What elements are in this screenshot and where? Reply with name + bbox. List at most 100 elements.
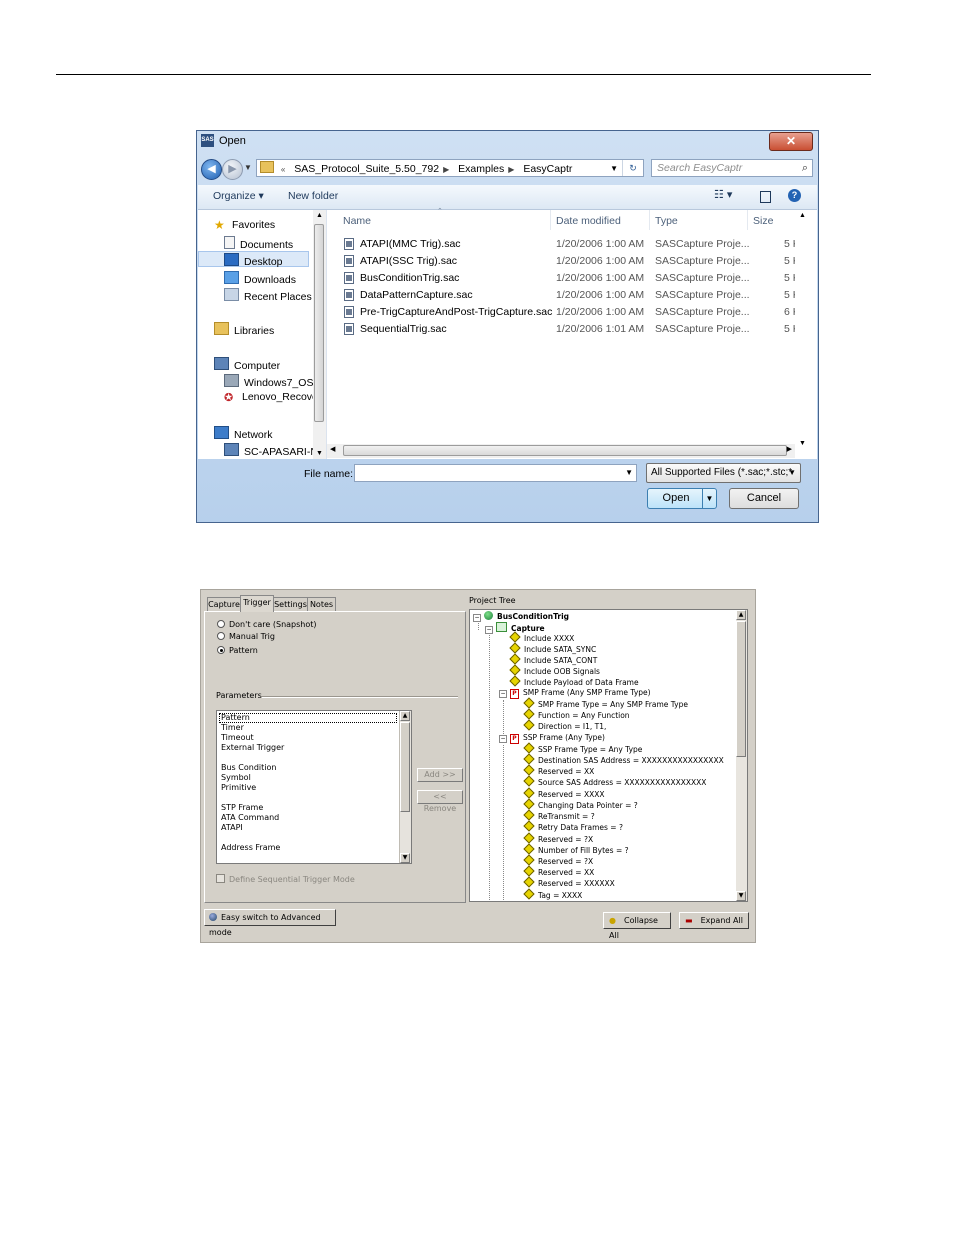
scroll-down-icon[interactable]: ▼ (400, 853, 410, 863)
column-size[interactable]: Size (753, 215, 773, 227)
tree-node[interactable]: Reserved = XXXX (523, 787, 605, 799)
column-divider[interactable] (649, 210, 650, 230)
file-row[interactable]: ATAPI(SSC Trig).sac 1/20/2006 1:00 AM SA… (327, 253, 807, 270)
tree-node[interactable]: SSP Frame Type = Any Type (523, 742, 642, 754)
nav-item-recovery-drive[interactable]: ✪ Lenovo_Recovery (224, 391, 314, 404)
tab-settings[interactable]: Settings (273, 597, 308, 611)
parameters-list[interactable]: Pattern Timer Timeout External Trigger B… (216, 710, 412, 864)
search-icon[interactable]: ⌕ (802, 160, 808, 176)
column-date[interactable]: Date modified (556, 215, 621, 227)
radio-dont-care[interactable]: Don't care (Snapshot) (217, 620, 317, 629)
breadcrumb-item[interactable]: SAS_Protocol_Suite_5.50_792 (294, 163, 439, 175)
file-list-scrollbar[interactable]: ▲ ▼ (795, 210, 817, 459)
refresh-icon[interactable]: ↻ (622, 160, 643, 176)
collapse-icon[interactable]: − (499, 690, 507, 698)
remove-button[interactable]: << Remove (417, 790, 463, 813)
tree-node[interactable]: − P SSP Frame (Any Type) (499, 733, 605, 744)
new-folder-button[interactable]: New folder (288, 190, 338, 202)
file-row[interactable]: ATAPI(MMC Trig).sac 1/20/2006 1:00 AM SA… (327, 236, 807, 253)
column-divider[interactable] (747, 210, 748, 230)
nav-item-network[interactable]: Network (214, 426, 273, 441)
scroll-up-icon[interactable]: ▲ (400, 711, 410, 721)
tree-node[interactable]: Reserved = ?X (523, 832, 593, 844)
tree-node[interactable]: Function = Any Function (523, 708, 630, 720)
tree-node[interactable]: Include SATA_CONT (509, 653, 597, 665)
file-name-field[interactable]: ▼ (354, 464, 637, 482)
help-icon[interactable]: ? (788, 189, 801, 202)
list-item[interactable]: STP Frame (221, 803, 263, 812)
project-tree[interactable]: − BusConditionTrig − Capture Include XXXX … (469, 609, 748, 902)
tab-trigger[interactable]: Trigger (240, 595, 274, 612)
scroll-right-icon[interactable]: ▶ (787, 445, 792, 453)
scroll-up-icon[interactable]: ▲ (799, 212, 806, 219)
tree-node[interactable]: Include SATA_SYNC (509, 642, 596, 654)
scroll-down-icon[interactable]: ▼ (736, 891, 746, 901)
tree-node[interactable]: Include Payload of Data Frame (509, 675, 639, 687)
file-row[interactable]: BusConditionTrig.sac 1/20/2006 1:00 AM S… (327, 270, 807, 287)
breadcrumb-item[interactable]: Examples (458, 163, 504, 175)
scroll-up-icon[interactable]: ▲ (316, 212, 323, 219)
nav-item-downloads[interactable]: Downloads (224, 271, 296, 286)
list-item[interactable]: Timer (221, 723, 244, 732)
tree-node[interactable]: Reserved = XXXXXX (523, 876, 615, 888)
list-item[interactable]: ATAPI (221, 823, 243, 832)
close-button[interactable]: ✕ (769, 132, 813, 151)
cancel-button[interactable]: Cancel (729, 488, 799, 509)
list-item[interactable]: Pattern (221, 713, 250, 722)
horizontal-scrollbar[interactable]: ◀ ▶ (327, 444, 795, 458)
forward-button[interactable]: ▶ (222, 159, 243, 180)
tree-node[interactable]: Include OOB Signals (509, 664, 600, 676)
address-overflow[interactable]: « (281, 165, 285, 174)
add-button[interactable]: Add >> (417, 768, 463, 782)
tree-node[interactable]: Reserved = XX (523, 865, 594, 877)
list-item[interactable]: Bus Condition (221, 763, 276, 772)
tree-node[interactable]: Include XXXX (509, 631, 574, 643)
column-name[interactable]: Name (343, 215, 371, 227)
file-type-filter[interactable]: All Supported Files (*.sac;*.stc;* ▼ (646, 463, 801, 483)
file-row[interactable]: Pre-TrigCaptureAndPost-TrigCapture.sac 1… (327, 304, 807, 321)
nav-scrollbar[interactable]: ▲ ▼ (313, 210, 326, 459)
scroll-left-icon[interactable]: ◀ (330, 445, 335, 453)
file-row[interactable]: SequentialTrig.sac 1/20/2006 1:01 AM SAS… (327, 321, 807, 338)
tree-node[interactable]: Direction = I1, T1, (523, 719, 606, 731)
list-item[interactable]: Symbol (221, 773, 251, 782)
sequential-trigger-checkbox[interactable]: Define Sequential Trigger Mode (216, 874, 355, 884)
advanced-mode-button[interactable]: Easy switch to Advanced mode (204, 909, 336, 937)
chevron-down-icon[interactable]: ▼ (625, 465, 633, 481)
tree-node[interactable]: Tag = XXXX (523, 888, 582, 900)
nav-item-network-computer[interactable]: SC-APASARI-NB (224, 443, 314, 458)
collapse-all-button[interactable]: ● Collapse All (603, 912, 671, 940)
tab-capture[interactable]: Capture (207, 597, 241, 611)
nav-item-favorites[interactable]: ★ Favorites (214, 219, 275, 231)
radio-manual-trig[interactable]: Manual Trig (217, 632, 275, 641)
nav-item-libraries[interactable]: Libraries (214, 322, 274, 337)
list-item[interactable]: Primitive (221, 783, 256, 792)
tree-node[interactable]: Reserved = XX (523, 764, 594, 776)
tree-scroll-thumb[interactable] (736, 621, 746, 757)
collapse-icon[interactable]: − (473, 614, 481, 622)
address-bar[interactable]: « SAS_Protocol_Suite_5.50_792 ▶ Examples ▶… (256, 159, 644, 177)
tree-node[interactable]: Retry Data Frames = ? (523, 820, 623, 832)
list-item[interactable]: Address Frame (221, 843, 280, 852)
scroll-up-icon[interactable]: ▲ (736, 610, 746, 620)
address-dropdown[interactable]: ▼ (610, 160, 618, 178)
collapse-icon[interactable]: − (499, 735, 507, 743)
breadcrumb-item[interactable]: EasyCaptr (523, 163, 572, 175)
column-type[interactable]: Type (655, 215, 678, 227)
nav-item-computer[interactable]: Computer (214, 357, 280, 372)
tree-node[interactable]: SMP Frame Type = Any SMP Frame Type (523, 697, 688, 709)
scroll-down-icon[interactable]: ▼ (316, 450, 323, 457)
tree-node[interactable]: − P SMP Frame (Any SMP Frame Type) (499, 688, 651, 699)
view-options-icon[interactable]: ☷ ▾ (714, 188, 732, 201)
recent-locations-dropdown[interactable]: ▼ (244, 163, 252, 172)
nav-item-recent-places[interactable]: Recent Places (224, 288, 312, 303)
tree-scrollbar[interactable]: ▲ ▼ (736, 610, 747, 901)
nav-item-documents[interactable]: Documents (224, 236, 293, 251)
tree-node[interactable]: − BusConditionTrig (473, 611, 569, 622)
tree-node[interactable]: Changing Data Pointer = ? (523, 798, 638, 810)
radio-pattern[interactable]: Pattern (217, 646, 258, 655)
list-item[interactable]: Timeout (221, 733, 254, 742)
column-divider[interactable] (550, 210, 551, 230)
chevron-right-icon[interactable]: ▶ (508, 165, 514, 174)
scroll-down-icon[interactable]: ▼ (799, 440, 806, 447)
